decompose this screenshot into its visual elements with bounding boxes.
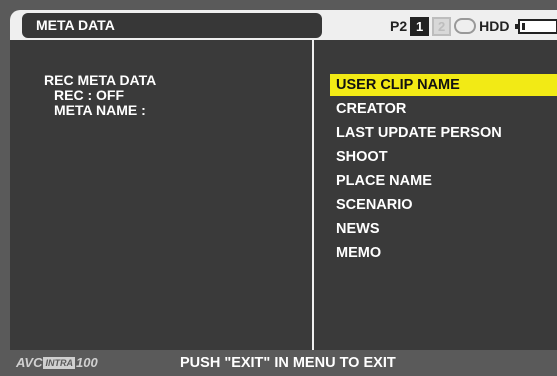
logo-num: 100 bbox=[75, 355, 98, 370]
menu-item-creator[interactable]: CREATOR bbox=[330, 98, 557, 120]
menu-item-last-update-person[interactable]: LAST UPDATE PERSON bbox=[330, 122, 557, 144]
menu-panel: USER CLIP NAME CREATOR LAST UPDATE PERSO… bbox=[314, 40, 557, 350]
menu-item-memo[interactable]: MEMO bbox=[330, 242, 557, 264]
status-indicators: P2 1 2 HDD bbox=[390, 14, 557, 38]
avc-intra-logo: AVC INTRA 100 bbox=[16, 356, 98, 370]
slot-1-indicator: 1 bbox=[410, 16, 430, 36]
menu-item-news[interactable]: NEWS bbox=[330, 218, 557, 240]
rec-status: REC : OFF bbox=[54, 87, 124, 103]
menu-item-shoot[interactable]: SHOOT bbox=[330, 146, 557, 168]
logo-intra: INTRA bbox=[43, 357, 75, 369]
menu-item-scenario[interactable]: SCENARIO bbox=[330, 194, 557, 216]
footer-bar: AVC INTRA 100 PUSH "EXIT" IN MENU TO EXI… bbox=[0, 350, 557, 376]
left-panel: REC META DATA REC : OFF META NAME : bbox=[10, 40, 312, 350]
hdd-label: HDD bbox=[479, 18, 510, 34]
p2-label: P2 bbox=[390, 18, 408, 34]
disk-icon bbox=[454, 18, 477, 34]
logo-avc: AVC bbox=[16, 355, 43, 370]
battery-icon bbox=[515, 18, 557, 34]
page-title: META DATA bbox=[22, 13, 322, 38]
menu-item-user-clip-name[interactable]: USER CLIP NAME bbox=[330, 74, 557, 96]
exit-hint: PUSH "EXIT" IN MENU TO EXIT bbox=[180, 355, 396, 371]
meta-name-label: META NAME : bbox=[54, 102, 146, 118]
menu-list: USER CLIP NAME CREATOR LAST UPDATE PERSO… bbox=[330, 74, 557, 266]
slot-2-indicator: 2 bbox=[432, 16, 452, 36]
rec-meta-data-heading: REC META DATA bbox=[44, 72, 157, 88]
menu-item-place-name[interactable]: PLACE NAME bbox=[330, 170, 557, 192]
header-bar: META DATA P2 1 2 HDD bbox=[10, 10, 557, 40]
